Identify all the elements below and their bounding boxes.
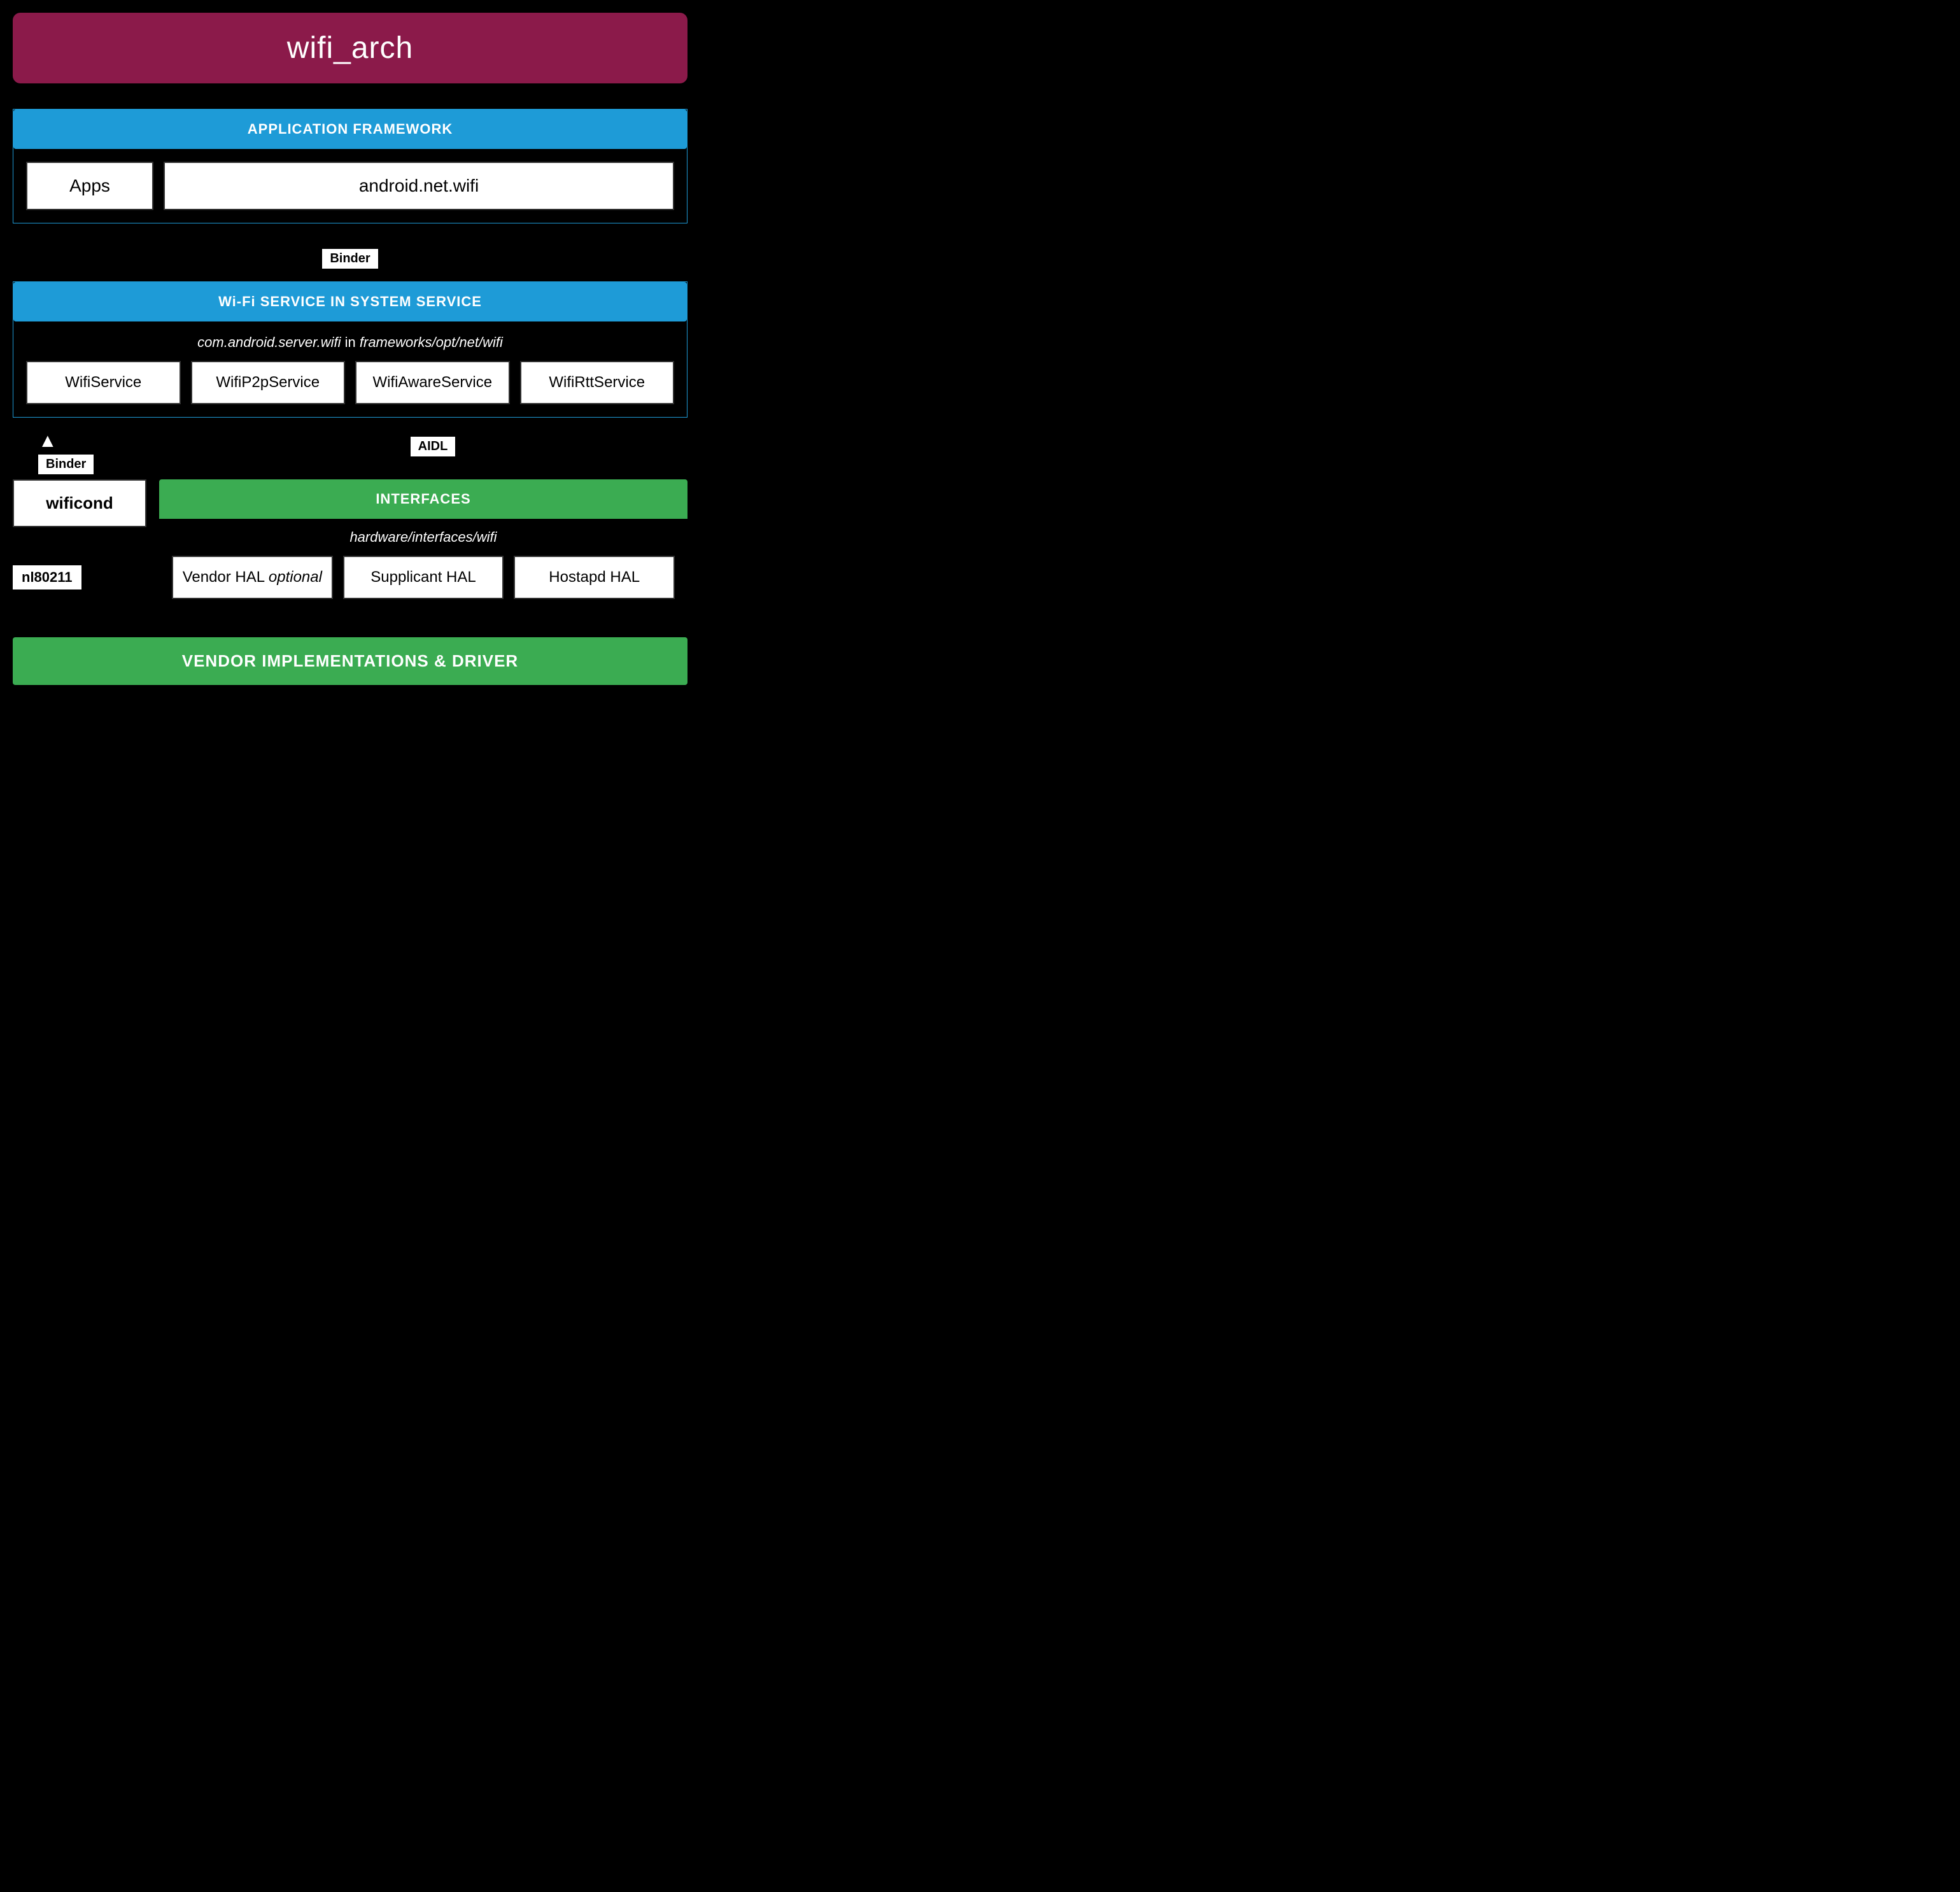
wificond-box: wificond <box>13 479 146 527</box>
wifirtt-service-label: WifiRttService <box>549 374 645 392</box>
wifi-service-box: WifiService <box>26 361 181 404</box>
vendor-hal-box: Vendor HAL optional <box>172 556 333 599</box>
wifiaware-service-box: WifiAwareService <box>355 361 510 404</box>
wifi-service-section: Wi-Fi SERVICE IN SYSTEM SERVICE com.andr… <box>13 281 687 418</box>
interfaces-box: INTERFACES hardware/interfaces/wifi Vend… <box>159 479 687 612</box>
wificond-column: wificond nl80211 <box>13 479 146 612</box>
apps-label: Apps <box>69 176 110 196</box>
wifi-service-subtitle-in: in <box>341 334 360 350</box>
wifi-service-header-label: Wi-Fi SERVICE IN SYSTEM SERVICE <box>218 293 482 309</box>
title-bar: wifi_arch <box>13 13 687 83</box>
wifi-service-content: com.android.server.wifi in frameworks/op… <box>13 321 687 417</box>
android-net-wifi-label: android.net.wifi <box>359 176 479 196</box>
vendor-impl-label: VENDOR IMPLEMENTATIONS & DRIVER <box>182 651 518 670</box>
app-framework-section: APPLICATION FRAMEWORK Apps android.net.w… <box>13 109 687 223</box>
app-framework-content: Apps android.net.wifi <box>13 149 687 223</box>
wifi-service-subtitle: com.android.server.wifi in frameworks/op… <box>26 334 674 351</box>
nl80211-area: nl80211 <box>13 565 146 589</box>
interfaces-header: INTERFACES <box>159 479 687 519</box>
page-title: wifi_arch <box>25 31 675 66</box>
android-net-wifi-box: android.net.wifi <box>164 162 674 210</box>
aidl-label: AIDL <box>411 437 456 456</box>
interfaces-header-label: INTERFACES <box>376 491 470 507</box>
wifiaware-service-label: WifiAwareService <box>372 374 492 392</box>
arrow-up-icon: ▲ <box>38 430 57 452</box>
hostapd-hal-box: Hostapd HAL <box>514 556 675 599</box>
wifip2p-service-label: WifiP2pService <box>216 374 320 392</box>
binder1-container: Binder <box>13 249 687 269</box>
nl80211-label: nl80211 <box>13 565 81 589</box>
vendor-impl-section: VENDOR IMPLEMENTATIONS & DRIVER <box>13 637 687 685</box>
interfaces-column: INTERFACES hardware/interfaces/wifi Vend… <box>159 479 687 612</box>
apps-box: Apps <box>26 162 153 210</box>
wifip2p-service-box: WifiP2pService <box>191 361 346 404</box>
wifirtt-service-box: WifiRttService <box>520 361 675 404</box>
app-framework-header-label: APPLICATION FRAMEWORK <box>248 121 453 137</box>
binder1-label: Binder <box>322 249 377 269</box>
interfaces-boxes: Vendor HAL optional Supplicant HAL Hosta… <box>172 556 675 599</box>
app-framework-header-bar: APPLICATION FRAMEWORK <box>13 109 687 149</box>
wificond-label: wificond <box>46 493 113 513</box>
lower-section: wificond nl80211 INTERFACES hardware/int… <box>13 479 687 612</box>
binder2-label: Binder <box>38 455 94 474</box>
wifi-service-subtitle-italic: com.android.server.wifi <box>197 334 341 350</box>
interfaces-content: hardware/interfaces/wifi Vendor HAL opti… <box>159 519 687 612</box>
hostapd-hal-label: Hostapd HAL <box>549 568 640 586</box>
wifi-service-header-bar: Wi-Fi SERVICE IN SYSTEM SERVICE <box>13 282 687 321</box>
wifi-service-boxes: WifiService WifiP2pService WifiAwareServ… <box>26 361 674 404</box>
supplicant-hal-box: Supplicant HAL <box>343 556 504 599</box>
aidl-area: AIDL <box>178 430 687 456</box>
wifi-service-subtitle-path: frameworks/opt/net/wifi <box>360 334 503 350</box>
vendor-hal-label: Vendor HAL optional <box>183 568 322 586</box>
binder2-aidl-row: ▲ Binder AIDL <box>13 430 687 474</box>
interfaces-subtitle: hardware/interfaces/wifi <box>172 529 675 546</box>
wifi-service-label: WifiService <box>65 374 141 392</box>
binder2-area: ▲ Binder <box>38 430 178 474</box>
supplicant-hal-label: Supplicant HAL <box>370 568 476 586</box>
